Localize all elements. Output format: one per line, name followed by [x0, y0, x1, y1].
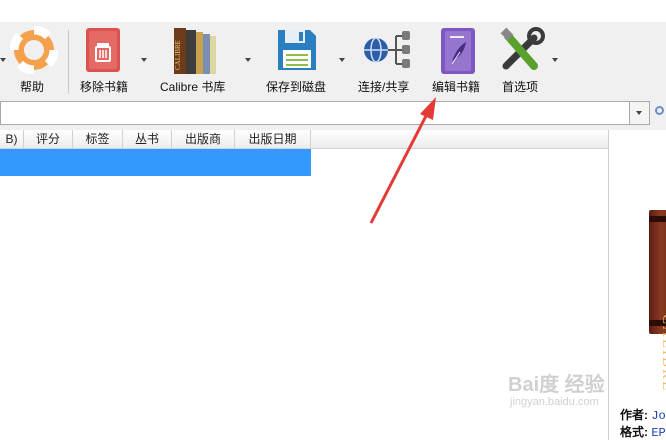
annotation-arrow: [369, 97, 436, 224]
